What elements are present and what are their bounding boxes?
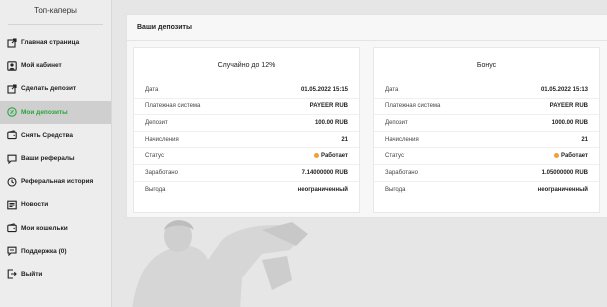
sidebar-item-referral-history[interactable]: Реферальная история xyxy=(0,170,111,193)
sidebar-item-label: Выйти xyxy=(21,270,43,278)
deposit-row-label: Начисления xyxy=(145,136,179,143)
sidebar-item-label: Мой кабинет xyxy=(21,62,62,70)
sidebar-item-label: Поддержка (0) xyxy=(21,247,67,255)
deposit-row-earned: Заработано 7.14000000 RUB xyxy=(134,165,359,182)
sidebar-item-label: Мои депозиты xyxy=(21,108,68,116)
sidebar-item-label: Снять Средства xyxy=(21,131,74,139)
deposit-row-deposit-amount: Депозит 1000.00 RUB xyxy=(374,115,599,132)
deposit-row-status: Статус Работает xyxy=(374,148,599,165)
deposit-plan-name: Случайно до 12% xyxy=(217,62,276,69)
deposit-row-value: 7.14000000 RUB xyxy=(301,169,348,176)
deposit-row-value: 21 xyxy=(581,136,588,143)
sidebar: Топ-каперы Главная страница Мой кабинет Сд… xyxy=(0,0,112,307)
deposit-row-value: 1.05000000 RUB xyxy=(541,169,588,176)
deposit-row-label: Депозит xyxy=(145,119,168,126)
chat-icon xyxy=(7,154,17,164)
sidebar-item-support[interactable]: Поддержка (0) xyxy=(0,240,111,263)
sidebar-item-label: Ваши рефералы xyxy=(21,155,75,163)
status-dot-icon xyxy=(554,152,560,158)
deposit-row-label: Платежная система xyxy=(145,103,201,110)
status-text: Работает xyxy=(321,153,348,160)
site-title: Топ-каперы xyxy=(34,6,77,15)
sidebar-item-my-cabinet[interactable]: Мой кабинет xyxy=(0,54,111,77)
status-badge: Работает xyxy=(314,152,348,160)
deposit-row-payment-system: Платежная система PAYEER RUB xyxy=(374,99,599,116)
deposit-row-value: PAYEER RUB xyxy=(309,103,348,110)
sidebar-item-label: Новости xyxy=(21,201,49,209)
sidebar-item-my-deposits[interactable]: Мои депозиты xyxy=(0,100,111,124)
deposits-panel: Ваши депозиты Случайно до 12% Дата 01.05.… xyxy=(126,14,607,218)
deposit-row-label: Заработано xyxy=(145,169,178,176)
deposit-row-label: Статус xyxy=(145,153,164,160)
deposit-row-value: PAYEER RUB xyxy=(549,103,588,110)
deposit-row-label: Дата xyxy=(145,86,159,93)
deposit-row-value: 01.05.2022 15:13 xyxy=(540,86,588,93)
sidebar-divider xyxy=(8,24,103,25)
deposit-row-date: Дата 01.05.2022 15:13 xyxy=(374,82,599,99)
sidebar-item-referrals[interactable]: Ваши рефералы xyxy=(0,147,111,170)
deposit-card: Бонус Дата 01.05.2022 15:13 Платежная сист… xyxy=(373,47,600,213)
deposit-row-label: Депозит xyxy=(385,119,408,126)
deposit-row-value: неограниченный xyxy=(297,186,348,193)
sidebar-item-label: Мои кошельки xyxy=(21,224,68,232)
status-text: Работает xyxy=(561,153,588,160)
deposit-row-label: Выгода xyxy=(385,186,406,193)
external-link-icon xyxy=(7,84,17,94)
sidebar-item-my-wallets[interactable]: Мои кошельки xyxy=(0,217,111,240)
external-link-icon xyxy=(7,38,17,48)
deposit-row-label: Дата xyxy=(385,86,399,93)
deposit-row-payment-system: Платежная система PAYEER RUB xyxy=(134,99,359,116)
news-icon xyxy=(7,200,17,210)
sidebar-item-withdraw[interactable]: Снять Средства xyxy=(0,124,111,147)
deposit-row-accruals-count: Начисления 21 xyxy=(134,132,359,149)
wallet-icon xyxy=(7,130,17,140)
deposit-row-earned: Заработано 1.05000000 RUB xyxy=(374,165,599,182)
user-icon xyxy=(7,61,17,71)
sidebar-item-label: Сделать депозит xyxy=(21,85,77,93)
status-badge: Работает xyxy=(554,152,588,160)
deposit-row-label: Заработано xyxy=(385,169,418,176)
wallet-icon xyxy=(7,223,17,233)
deposit-plan-name: Бонус xyxy=(476,62,497,69)
deposit-row-profit: Выгода неограниченный xyxy=(374,182,599,199)
sidebar-item-make-deposit[interactable]: Сделать депозит xyxy=(0,77,111,100)
deposit-row-profit: Выгода неограниченный xyxy=(134,182,359,199)
sidebar-item-home[interactable]: Главная страница xyxy=(0,31,111,54)
deposit-row-value: неограниченный xyxy=(537,186,588,193)
sidebar-nav: Главная страница Мой кабинет Сделать депоз… xyxy=(0,31,111,286)
deposit-row-deposit-amount: Депозит 100.00 RUB xyxy=(134,115,359,132)
history-icon xyxy=(7,177,17,187)
sidebar-item-label: Главная страница xyxy=(21,39,80,47)
deposit-row-value: 21 xyxy=(341,136,348,143)
deposit-row-value: 01.05.2022 15:15 xyxy=(300,86,348,93)
deposit-row-label: Выгода xyxy=(145,186,166,193)
status-dot-icon xyxy=(314,152,320,158)
deposit-row-value: 100.00 RUB xyxy=(314,119,348,126)
sidebar-item-news[interactable]: Новости xyxy=(0,193,111,216)
sidebar-item-logout[interactable]: Выйти xyxy=(0,263,111,286)
deposit-row-label: Платежная система xyxy=(385,103,441,110)
deposit-row-value: 1000.00 RUB xyxy=(551,119,588,126)
deposit-row-label: Начисления xyxy=(385,136,419,143)
deposit-row-status: Статус Работает xyxy=(134,148,359,165)
deposit-row-date: Дата 01.05.2022 15:15 xyxy=(134,82,359,99)
money-circle-icon xyxy=(7,107,17,117)
sidebar-item-label: Реферальная история xyxy=(21,178,94,186)
main-area: Ваши депозиты Случайно до 12% Дата 01.05.… xyxy=(112,0,607,307)
support-icon xyxy=(7,246,17,257)
panel-title: Ваши депозиты xyxy=(127,15,607,41)
deposit-row-label: Статус xyxy=(385,153,404,160)
deposit-row-accruals-count: Начисления 21 xyxy=(374,132,599,149)
deposit-card: Случайно до 12% Дата 01.05.2022 15:15 Плат… xyxy=(133,47,360,213)
logout-icon xyxy=(7,269,17,280)
